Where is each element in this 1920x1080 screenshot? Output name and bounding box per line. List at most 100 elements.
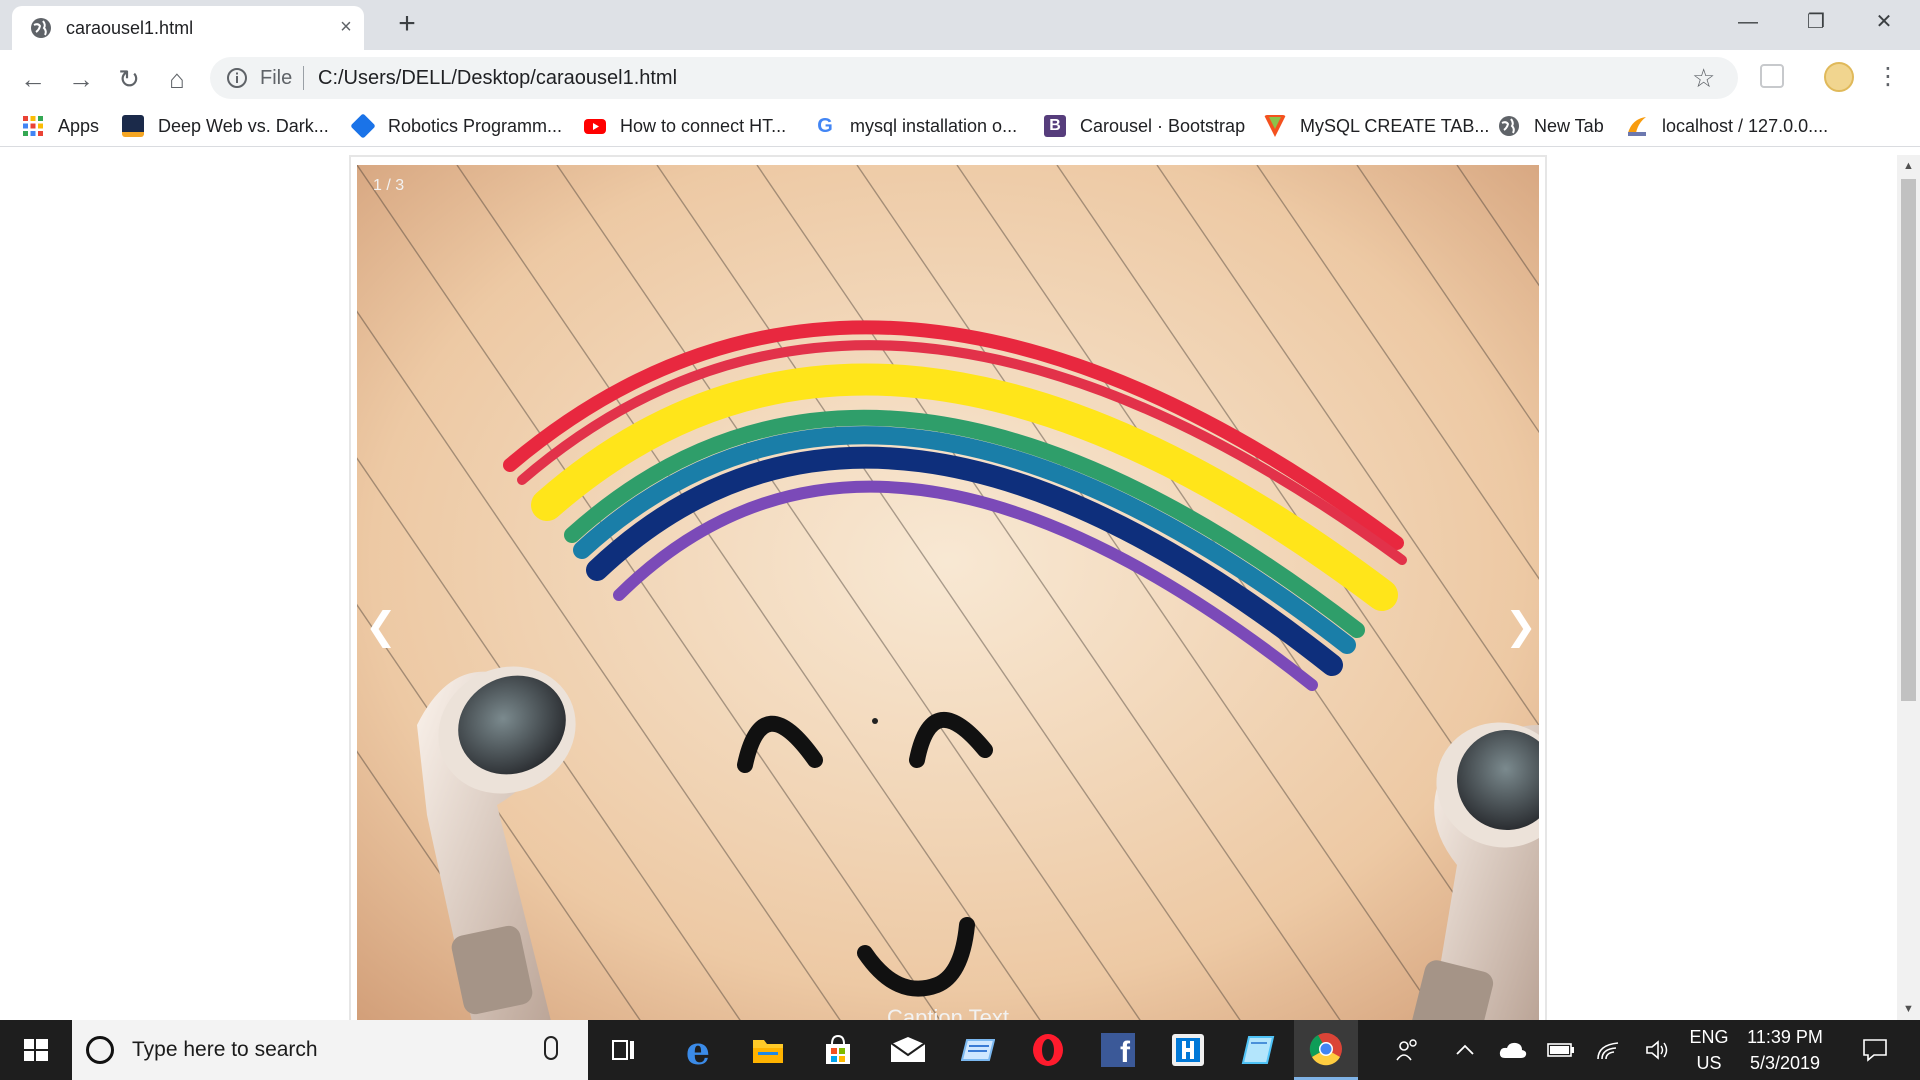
scroll-thumb[interactable] [1901, 179, 1916, 701]
store-app[interactable] [806, 1020, 870, 1080]
bookmark-label: mysql installation o... [850, 115, 1018, 136]
windows-logo-icon [24, 1039, 48, 1061]
toolbar-divider [0, 146, 1920, 147]
search-placeholder: Type here to search [132, 1038, 318, 1061]
taskbar-search[interactable]: Type here to search [72, 1020, 588, 1080]
page-scrollbar[interactable]: ▲ ▼ [1897, 155, 1920, 1020]
facebook-app[interactable]: f [1086, 1020, 1150, 1080]
keyboard-region: US [1696, 1053, 1722, 1073]
browser-toolbar: ← → ↻ ⌂ File C:/Users/DELL/Desktop/carao… [0, 50, 1920, 106]
opera-app[interactable] [1016, 1020, 1080, 1080]
mail-icon [890, 1037, 926, 1062]
youtube-icon [584, 119, 606, 134]
reload-button[interactable]: ↻ [112, 62, 146, 96]
bookmark-mysql-create-table[interactable]: MySQL CREATE TAB... [1264, 112, 1489, 140]
browser-tab[interactable]: caraousel1.html × [12, 6, 364, 50]
w3-icon [1264, 115, 1286, 137]
edge-app[interactable]: e [666, 1020, 730, 1080]
sublime-app[interactable] [1156, 1020, 1220, 1080]
microphone-icon[interactable] [544, 1036, 558, 1060]
restore-button[interactable]: ❐ [1786, 2, 1846, 42]
bootstrap-icon: B [1044, 115, 1066, 137]
app-window-icon [961, 1039, 995, 1061]
show-hidden-icons-chevron-icon[interactable] [1450, 1020, 1480, 1080]
task-view-button[interactable] [592, 1020, 656, 1080]
file-explorer-app[interactable] [736, 1020, 800, 1080]
slide-counter: 1 / 3 [373, 177, 405, 194]
google-icon: G [817, 115, 833, 137]
mail-app[interactable] [876, 1020, 940, 1080]
slideshow-container: 1 / 3 ❮ ❯ Caption Text [349, 155, 1547, 1020]
start-button[interactable] [0, 1020, 72, 1080]
opera-icon [1033, 1034, 1063, 1066]
bookmark-deep-web[interactable]: Deep Web vs. Dark... [122, 112, 329, 140]
scheme-label: File [260, 67, 293, 89]
omnibox-divider [303, 66, 304, 90]
minimize-button[interactable]: — [1718, 2, 1778, 42]
bookmark-label: Deep Web vs. Dark... [158, 115, 329, 136]
windows-app[interactable] [946, 1020, 1010, 1080]
volume-icon[interactable] [1640, 1020, 1674, 1080]
notes-app[interactable] [1226, 1020, 1290, 1080]
store-icon [826, 1034, 850, 1064]
tab-close-icon[interactable]: × [334, 15, 358, 39]
phpmyadmin-icon [1628, 117, 1646, 136]
next-slide-button[interactable]: ❯ [1505, 607, 1537, 647]
sublime-icon [1172, 1034, 1204, 1066]
url-text[interactable]: C:/Users/DELL/Desktop/caraousel1.html [318, 67, 677, 90]
browser-menu-icon[interactable]: ⋮ [1876, 60, 1900, 94]
wifi-icon[interactable] [1592, 1020, 1626, 1080]
battery-icon[interactable] [1544, 1020, 1578, 1080]
info-icon[interactable] [226, 67, 248, 89]
bookmark-star-icon[interactable]: ☆ [1692, 63, 1715, 94]
bookmark-robotics[interactable]: Robotics Programm... [350, 112, 563, 140]
people-icon[interactable] [1390, 1020, 1424, 1080]
back-button[interactable]: ← [16, 62, 50, 96]
prev-slide-button[interactable]: ❮ [365, 607, 397, 647]
scroll-down-arrow-icon[interactable]: ▼ [1897, 998, 1920, 1020]
apps-grid-icon [23, 116, 43, 136]
bookmark-label: MySQL CREATE TAB... [1300, 115, 1490, 136]
rainbow-smiley-photo [357, 165, 1539, 1020]
close-window-button[interactable]: ✕ [1854, 2, 1914, 42]
task-view-icon [612, 1040, 634, 1060]
action-center-icon[interactable] [1850, 1020, 1900, 1080]
edge-icon: e [685, 1027, 711, 1073]
bookmark-localhost[interactable]: localhost / 127.0.0.... [1626, 112, 1828, 140]
facebook-icon: f [1101, 1033, 1135, 1069]
extension-icon[interactable] [1760, 64, 1784, 88]
deep-web-icon [122, 115, 144, 137]
new-tab-button[interactable]: + [392, 9, 422, 39]
bookmark-label: How to connect HT... [620, 115, 787, 136]
profile-avatar[interactable] [1824, 62, 1854, 92]
scroll-up-arrow-icon[interactable]: ▲ [1897, 155, 1920, 177]
globe-icon [31, 18, 51, 38]
chrome-icon [1309, 1032, 1342, 1065]
bookmark-mysql-installation[interactable]: G mysql installation o... [814, 112, 1017, 140]
robotics-icon [350, 113, 376, 139]
bookmark-apps[interactable]: Apps [22, 112, 99, 140]
bookmark-label: Carousel · Bootstrap [1080, 115, 1246, 136]
notes-icon [1241, 1036, 1275, 1064]
home-button[interactable]: ⌂ [160, 62, 194, 96]
globe-icon [1499, 116, 1519, 136]
onedrive-cloud-icon[interactable] [1496, 1020, 1530, 1080]
system-clock[interactable]: 11:39 PM 5/3/2019 [1730, 1024, 1840, 1076]
chrome-app[interactable] [1294, 1020, 1358, 1080]
bookmark-label: New Tab [1534, 115, 1604, 136]
bookmark-label: Robotics Programm... [388, 115, 563, 136]
input-language[interactable]: ENG US [1684, 1024, 1734, 1076]
language-code: ENG [1689, 1027, 1729, 1047]
address-bar[interactable]: File C:/Users/DELL/Desktop/caraousel1.ht… [210, 57, 1738, 99]
slide-image: 1 / 3 ❮ ❯ Caption Text [357, 165, 1539, 1020]
slide-caption: Caption Text [887, 1005, 1009, 1020]
forward-button[interactable]: → [64, 62, 98, 96]
bookmark-new-tab[interactable]: New Tab [1498, 112, 1604, 140]
bookmark-youtube[interactable]: How to connect HT... [584, 112, 786, 140]
folder-icon [753, 1040, 783, 1063]
bookmark-label: Apps [58, 115, 100, 136]
bookmarks-bar: Apps Deep Web vs. Dark... Robotics Progr… [0, 106, 1920, 146]
cortana-icon [86, 1036, 114, 1064]
bookmark-label: localhost / 127.0.0.... [1662, 115, 1829, 136]
bookmark-carousel-bootstrap[interactable]: B Carousel · Bootstrap [1044, 112, 1245, 140]
